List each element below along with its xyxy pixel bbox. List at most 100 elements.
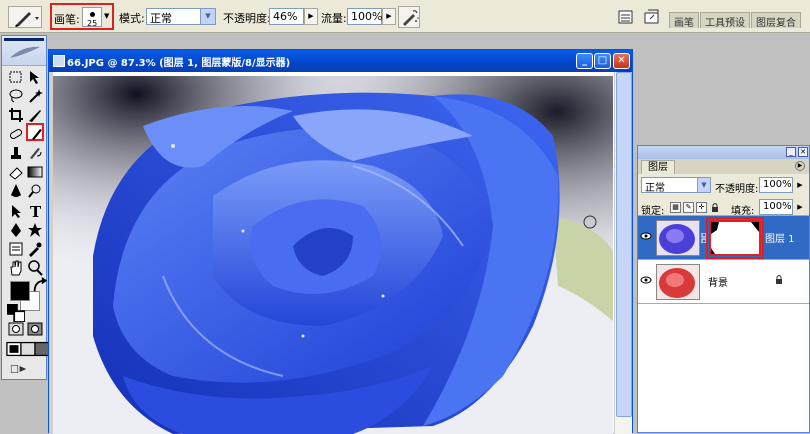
opacity-flyout[interactable]: ▶ [304,8,318,25]
layer-row-layer-1[interactable]: 图层 1 [638,216,809,260]
gradient-tool-icon[interactable] [26,163,44,181]
vertical-scrollbar[interactable] [614,72,632,434]
screen-mode-standard-icon[interactable] [5,340,22,357]
lock-icon [776,275,782,284]
chevron-down-icon[interactable]: ▼ [200,9,215,24]
brush-picker[interactable]: 画笔: 25 ▼ [50,3,114,30]
lock-position-icon[interactable]: ✛ [696,202,707,213]
flow-value: 100% [351,10,383,23]
document-window: 66.JPG @ 87.3% (图层 1, 图层蒙版/8/显示器) _ □ ✕ [48,49,633,434]
background-thumbnail [656,264,700,300]
screen-mode-full-icon[interactable] [33,340,50,357]
layers-panel-title-bar[interactable]: _ ✕ [638,146,809,159]
standard-mode-icon[interactable] [7,320,25,338]
chevron-down-icon[interactable]: ▼ [104,12,109,20]
chevron-down-icon[interactable]: ▼ [697,178,710,192]
blend-mode-value: 正常 [645,183,665,194]
toolbox-header[interactable] [2,36,46,66]
maximize-button[interactable]: □ [594,53,611,69]
foreground-color-swatch[interactable] [10,281,30,301]
screen-mode-full-menu-icon[interactable] [19,340,36,357]
layer-list: 图层 1 背景 [638,215,809,432]
go-to-bridge-icon[interactable] [642,7,662,27]
mode-select[interactable]: 正常 ▼ [146,8,216,25]
opacity-input[interactable]: 46% [269,8,304,25]
airbrush-button[interactable] [398,6,420,28]
healing-brush-icon[interactable] [7,125,25,143]
tool-preset-picker[interactable] [8,6,42,28]
type-tool-icon[interactable]: T [26,202,44,221]
document-title-bar[interactable]: 66.JPG @ 87.3% (图层 1, 图层蒙版/8/显示器) _ □ ✕ [49,50,632,72]
quick-mask-icon[interactable] [26,320,44,338]
layer-1-thumbnail [656,220,700,256]
minimize-button[interactable]: _ [576,53,593,69]
well-tab-tool-presets[interactable]: 工具预设 [700,12,750,29]
flow-flyout[interactable]: ▶ [382,8,396,25]
brush-size: 25 [87,19,98,28]
default-colors-icon[interactable] [7,304,26,323]
lock-image-icon[interactable]: ✎ [683,202,694,213]
palette-well: 画笔 工具预设 图层复合 [669,12,802,29]
minimize-panel-icon[interactable]: _ [786,147,796,157]
layer-mask-thumbnail[interactable] [709,220,761,256]
notes-tool-icon[interactable] [7,240,25,258]
well-tab-layer-comps[interactable]: 图层复合 [751,12,801,29]
brush-label: 画笔: [54,13,80,26]
move-tool-icon[interactable] [26,68,44,86]
scrollbar-thumb[interactable] [616,72,632,417]
well-tab-brushes[interactable]: 画笔 [669,12,699,29]
layer-opacity-input[interactable]: 100% [759,177,793,193]
layer-row-background[interactable]: 背景 [638,260,809,304]
palette-icon[interactable] [616,7,636,27]
image-canvas[interactable] [53,76,613,434]
zoom-tool-icon[interactable] [26,259,44,277]
layer-name[interactable]: 背景 [708,274,728,289]
close-panel-icon[interactable]: ✕ [798,147,808,157]
pen-tool-icon[interactable] [7,221,25,239]
close-button[interactable]: ✕ [613,53,630,69]
eraser-tool-icon[interactable] [7,163,25,181]
opacity-value: 46% [273,10,298,23]
mode-label: 模式: [119,12,145,25]
blue-rose-image [53,76,613,434]
document-icon [53,55,65,67]
toolbox: T [1,35,50,380]
lock-all-icon[interactable] [709,202,720,213]
blend-mode-select[interactable]: 正常 ▼ [641,177,711,194]
tab-layers[interactable]: 图层 [641,160,675,174]
layers-panel: _ ✕ 图层 ▶ 正常 ▼ 不透明度: 100% ▶ 锁定: ▦ ✎ ✛ 填充:… [637,145,810,433]
marquee-tool-icon[interactable] [7,68,25,86]
layer-opacity-flyout[interactable]: ▶ [795,177,805,193]
history-brush-icon[interactable] [26,144,44,162]
path-selection-icon[interactable] [7,202,25,220]
brush-tip-icon [90,12,95,17]
airbrush-icon [403,10,419,26]
clone-stamp-icon[interactable] [7,144,25,162]
brush-tool-icon[interactable] [26,123,44,141]
eye-icon[interactable] [640,230,652,242]
eye-icon[interactable] [640,274,652,286]
dodge-tool-icon[interactable] [26,182,44,200]
fill-flyout[interactable]: ▶ [795,199,805,215]
slice-tool-icon[interactable] [26,106,44,124]
imageready-jump-icon[interactable] [10,360,40,376]
custom-shape-icon[interactable] [26,221,44,239]
eyedropper-icon[interactable] [26,240,44,258]
document-title: 66.JPG @ 87.3% (图层 1, 图层蒙版/8/显示器) [67,58,291,69]
fill-value: 100% [763,201,792,212]
flow-input[interactable]: 100% [347,8,382,25]
mode-value: 正常 [150,12,172,25]
panel-menu-icon[interactable]: ▶ [795,161,805,171]
fill-input[interactable]: 100% [759,199,793,215]
hand-tool-icon[interactable] [7,259,25,277]
toolbox-grip[interactable] [4,38,44,41]
layer-name[interactable]: 图层 1 [765,230,795,245]
crop-tool-icon[interactable] [7,106,25,124]
lasso-tool-icon[interactable] [7,87,25,105]
magic-wand-icon[interactable] [26,87,44,105]
layer-opacity-value: 100% [763,179,792,190]
lock-transparency-icon[interactable]: ▦ [670,202,681,213]
blur-tool-icon[interactable] [7,182,25,200]
swap-colors-icon[interactable] [31,277,48,292]
brush-preview[interactable]: 25 [82,7,102,28]
